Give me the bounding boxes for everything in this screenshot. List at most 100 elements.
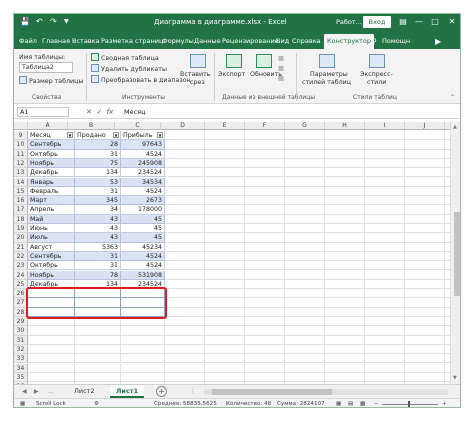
row-header[interactable]: 34	[14, 363, 28, 373]
row-header[interactable]: 9	[14, 131, 28, 141]
grid-cell[interactable]	[285, 177, 325, 187]
table-cell-profit[interactable]: 234524	[121, 168, 165, 178]
table-header-profit[interactable]: Прибыль ▼	[121, 131, 165, 141]
table-cell-profit[interactable]	[121, 363, 165, 373]
table-cell-month[interactable]: Ноябрь	[28, 270, 75, 280]
grid-cell[interactable]	[405, 307, 445, 317]
column-header-j[interactable]: J	[405, 122, 445, 130]
style-options-label-2[interactable]: стилей таблиц	[302, 78, 351, 87]
table-cell-profit[interactable]	[121, 354, 165, 364]
grid-cell[interactable]	[165, 289, 205, 299]
column-header-a[interactable]: A	[28, 122, 68, 130]
grid-cell[interactable]	[205, 177, 245, 187]
grid-cell[interactable]	[365, 158, 405, 169]
tab-data[interactable]: Данные	[194, 34, 221, 49]
table-cell-sold[interactable]: 134	[75, 168, 121, 178]
grid-cell[interactable]	[245, 279, 285, 290]
column-header-c[interactable]: C	[115, 122, 161, 130]
share-icon[interactable]: ▶	[435, 34, 441, 49]
grid-cell[interactable]	[205, 168, 245, 178]
grid-cell[interactable]	[165, 317, 205, 327]
zoom-out-icon[interactable]: −	[374, 400, 379, 407]
vertical-scroll-thumb[interactable]	[454, 212, 460, 296]
grid-cell[interactable]	[245, 214, 285, 224]
grid-cell[interactable]	[325, 224, 365, 234]
grid-cell[interactable]	[325, 298, 365, 308]
sheet-bar-options-icon[interactable]: ⋮	[190, 387, 196, 397]
grid-cell[interactable]	[285, 354, 325, 364]
lightbulb-icon[interactable]: ⚲	[371, 34, 377, 49]
grid-cell[interactable]	[245, 251, 285, 262]
grid-cell[interactable]	[285, 196, 325, 206]
grid-cell[interactable]	[285, 131, 325, 141]
scroll-down-icon[interactable]: ▼	[453, 375, 457, 381]
table-cell-profit[interactable]: 97643	[121, 140, 165, 150]
grid-cell[interactable]	[325, 270, 365, 280]
grid-cell[interactable]	[245, 177, 285, 187]
grid-cell[interactable]	[325, 326, 365, 336]
grid-cell[interactable]	[205, 270, 245, 280]
export-icon[interactable]	[226, 54, 242, 68]
grid-cell[interactable]	[205, 251, 245, 262]
zoom-slider-thumb[interactable]	[408, 401, 410, 407]
grid-cell[interactable]	[325, 344, 365, 355]
vertical-scrollbar[interactable]: ▲ ▼	[450, 122, 460, 384]
grid-cell[interactable]	[205, 326, 245, 336]
grid-cell[interactable]	[325, 317, 365, 327]
zoom-slider[interactable]	[382, 404, 438, 405]
insert-slicer-label-2[interactable]: срез	[190, 78, 205, 87]
export-button[interactable]: Экспорт	[218, 70, 245, 79]
grid-cell[interactable]	[365, 214, 405, 224]
grid-cell[interactable]	[165, 140, 205, 150]
table-cell-month[interactable]: Ноябрь	[28, 158, 75, 169]
grid-cell[interactable]	[205, 196, 245, 206]
grid-cell[interactable]	[405, 289, 445, 299]
grid-cell[interactable]	[245, 186, 285, 197]
grid-cell[interactable]	[285, 289, 325, 299]
column-header-b[interactable]: B	[68, 122, 115, 130]
table-cell-sold[interactable]: 43	[75, 233, 121, 243]
table-cell-sold[interactable]: 5363	[75, 242, 121, 252]
tab-formulas[interactable]: Формулы	[162, 34, 194, 49]
grid-cell[interactable]	[205, 298, 245, 308]
grid-cell[interactable]	[365, 344, 405, 355]
grid-cell[interactable]	[365, 335, 405, 345]
grid-cell[interactable]	[325, 196, 365, 206]
grid-cell[interactable]	[285, 205, 325, 215]
grid-cell[interactable]	[285, 242, 325, 252]
row-header[interactable]: 17	[14, 205, 28, 215]
grid-cell[interactable]	[205, 289, 245, 299]
grid-cell[interactable]	[365, 131, 405, 141]
grid-cell[interactable]	[165, 131, 205, 141]
table-cell-profit[interactable]: 45	[121, 214, 165, 224]
column-header-h[interactable]: H	[325, 122, 365, 130]
grid-cell[interactable]	[285, 158, 325, 169]
table-cell-sold[interactable]: 31	[75, 186, 121, 197]
grid-cell[interactable]	[245, 149, 285, 159]
grid-cell[interactable]	[165, 214, 205, 224]
table-cell-profit[interactable]: 4524	[121, 251, 165, 262]
grid-cell[interactable]	[165, 177, 205, 187]
grid-cell[interactable]	[325, 307, 365, 317]
grid-cell[interactable]	[405, 317, 445, 327]
grid-cell[interactable]	[165, 242, 205, 252]
table-cell-profit[interactable]: 4524	[121, 186, 165, 197]
grid-cell[interactable]	[325, 363, 365, 373]
grid-cell[interactable]	[405, 214, 445, 224]
grid-cell[interactable]	[165, 186, 205, 197]
table-cell-sold[interactable]	[75, 326, 121, 336]
grid-cell[interactable]	[245, 233, 285, 243]
grid-cell[interactable]	[165, 307, 205, 317]
grid-cell[interactable]	[205, 214, 245, 224]
grid-cell[interactable]	[165, 196, 205, 206]
grid-cell[interactable]	[285, 344, 325, 355]
column-header-i[interactable]: I	[365, 122, 405, 130]
table-cell-profit[interactable]: 45234	[121, 242, 165, 252]
grid-cell[interactable]	[405, 251, 445, 262]
table-cell-sold[interactable]: 43	[75, 214, 121, 224]
table-header-month[interactable]: Месяц ▼	[28, 131, 75, 141]
grid-cell[interactable]	[245, 158, 285, 169]
grid-cell[interactable]	[285, 372, 325, 383]
grid-cell[interactable]	[325, 149, 365, 159]
tab-help[interactable]: Справка	[292, 34, 321, 49]
